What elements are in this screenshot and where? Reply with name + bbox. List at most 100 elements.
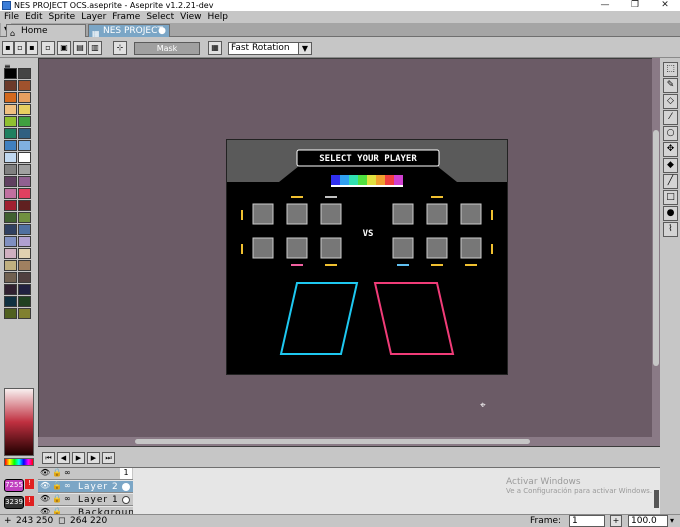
fill-tool-icon[interactable]: ◆ <box>663 158 678 173</box>
palette-swatch[interactable] <box>18 92 31 103</box>
tab-home[interactable]: ⌂ Home <box>6 24 86 38</box>
palette-swatch[interactable] <box>18 176 31 187</box>
minimize-button[interactable]: — <box>590 0 620 11</box>
palette-swatch[interactable] <box>18 188 31 199</box>
palette-swatch[interactable] <box>18 80 31 91</box>
menu-sprite[interactable]: Sprite <box>48 11 81 23</box>
marquee-tool-icon[interactable]: ⬚ <box>663 62 678 77</box>
palette-swatch[interactable] <box>4 128 17 139</box>
eraser-tool-icon[interactable]: ◇ <box>663 94 678 109</box>
palette-swatch[interactable] <box>4 116 17 127</box>
layer-row-layer2[interactable]: 👁 🔒 ∞ Layer 2 <box>38 481 133 493</box>
palette-swatch[interactable] <box>18 128 31 139</box>
tab-nes-project[interactable]: ▦ NES PROJECT C ● <box>88 24 170 49</box>
line-tool-icon[interactable]: ╱ <box>663 174 678 189</box>
lock-icon[interactable]: 🔒 <box>52 494 62 503</box>
palette-swatch[interactable] <box>4 272 17 283</box>
vertical-scroll-thumb[interactable] <box>653 130 659 366</box>
palette-swatch[interactable] <box>4 200 17 211</box>
layer-row-layer1[interactable]: 👁 🔒 ∞ Layer 1 <box>38 494 133 506</box>
palette-swatch[interactable] <box>4 140 17 151</box>
cel-dot-icon[interactable] <box>122 483 130 491</box>
palette-swatch[interactable] <box>4 176 17 187</box>
fg-color-index[interactable]: 7255 <box>4 479 24 492</box>
close-button[interactable]: ✕ <box>650 0 680 11</box>
link-icon[interactable]: ∞ <box>64 481 71 490</box>
palette-swatch[interactable] <box>4 224 17 235</box>
palette-swatch[interactable] <box>18 296 31 307</box>
contour-tool-icon[interactable]: ● <box>663 206 678 221</box>
lock-icon[interactable]: 🔒 <box>52 481 62 490</box>
palette-swatch[interactable] <box>4 284 17 295</box>
palette-swatch[interactable] <box>4 260 17 271</box>
zoom-dropdown-icon[interactable]: ▾ <box>670 515 674 527</box>
menu-layer[interactable]: Layer <box>80 11 111 23</box>
palette-swatch[interactable] <box>4 248 17 259</box>
sprite-canvas[interactable]: SELECT YOUR PLAYER VS <box>226 139 508 375</box>
paste-mode-icon[interactable]: ▥ <box>88 41 102 55</box>
mask-color-button[interactable]: Mask <box>134 42 200 55</box>
palette-swatch[interactable] <box>18 248 31 259</box>
prev-frame-icon[interactable]: ◀ <box>57 452 70 464</box>
bg-color-index[interactable]: 3239 <box>4 496 24 509</box>
palette-swatch[interactable] <box>18 140 31 151</box>
blur-tool-icon[interactable]: ⌇ <box>663 222 678 237</box>
transparent-color-icon[interactable]: ▦ <box>208 41 222 55</box>
palette-swatch[interactable] <box>4 308 17 319</box>
selection-mode-add-icon[interactable]: ▫ <box>14 41 26 55</box>
eye-icon[interactable]: 👁 <box>40 481 50 490</box>
palette-swatch[interactable] <box>18 212 31 223</box>
link-icon[interactable]: ∞ <box>64 468 71 477</box>
horizontal-scroll-thumb[interactable] <box>135 439 530 444</box>
rotation-algorithm-select[interactable]: Fast Rotation <box>228 42 300 55</box>
last-frame-icon[interactable]: ⏭ <box>102 452 115 464</box>
palette-swatch[interactable] <box>18 260 31 271</box>
menu-view[interactable]: View <box>179 11 206 23</box>
selection-mode-replace-icon[interactable]: ▪ <box>2 41 14 55</box>
palette-swatch[interactable] <box>4 92 17 103</box>
add-frame-icon[interactable]: + <box>610 515 622 527</box>
maximize-button[interactable]: ❐ <box>620 0 650 11</box>
palette-swatch[interactable] <box>18 104 31 115</box>
lock-icon[interactable]: 🔒 <box>52 468 62 477</box>
hue-slider[interactable] <box>4 458 34 466</box>
palette-swatch[interactable] <box>18 236 31 247</box>
palette-swatch[interactable] <box>18 200 31 211</box>
move-tool-icon[interactable]: ✥ <box>663 142 678 157</box>
menu-edit[interactable]: Edit <box>24 11 47 23</box>
eye-icon[interactable]: 👁 <box>40 468 50 477</box>
tab-close-icon[interactable]: ● <box>158 25 166 38</box>
copy-mode-icon[interactable]: ▣ <box>57 41 71 55</box>
frame-input[interactable]: 1 <box>569 515 605 527</box>
palette-swatch[interactable] <box>4 68 17 79</box>
eyedropper-tool-icon[interactable]: ⁄ <box>663 110 678 125</box>
palette-swatch[interactable] <box>4 104 17 115</box>
frame-number[interactable]: 1 <box>120 468 132 479</box>
palette-swatch[interactable] <box>18 116 31 127</box>
selection-mode-intersect-icon[interactable]: ▫ <box>41 41 55 55</box>
palette-swatch[interactable] <box>18 224 31 235</box>
palette-swatch[interactable] <box>4 188 17 199</box>
transparent-mode-icon[interactable]: ▤ <box>73 41 87 55</box>
cel-dot-icon[interactable] <box>122 496 130 504</box>
palette-swatch[interactable] <box>4 164 17 175</box>
next-frame-icon[interactable]: ▶ <box>87 452 100 464</box>
play-icon[interactable]: ▶ <box>72 452 85 464</box>
pivot-icon[interactable]: ⊹ <box>113 41 127 55</box>
selection-mode-subtract-icon[interactable]: ▪ <box>26 41 38 55</box>
rectangle-tool-icon[interactable]: □ <box>663 190 678 205</box>
palette-swatch[interactable] <box>4 152 17 163</box>
zoom-input[interactable]: 100.0 <box>628 515 668 527</box>
palette-swatch[interactable] <box>18 284 31 295</box>
palette-swatch[interactable] <box>18 272 31 283</box>
chevron-down-icon[interactable]: ▼ <box>298 42 312 55</box>
palette-swatch[interactable] <box>4 80 17 91</box>
link-icon[interactable]: ∞ <box>64 494 71 503</box>
first-frame-icon[interactable]: ⏮ <box>42 452 55 464</box>
palette-swatch[interactable] <box>4 212 17 223</box>
palette-swatch[interactable] <box>18 152 31 163</box>
menu-select[interactable]: Select <box>145 11 179 23</box>
palette-swatch[interactable] <box>18 308 31 319</box>
layers-scrollbar[interactable] <box>654 490 659 508</box>
palette-swatch[interactable] <box>18 164 31 175</box>
